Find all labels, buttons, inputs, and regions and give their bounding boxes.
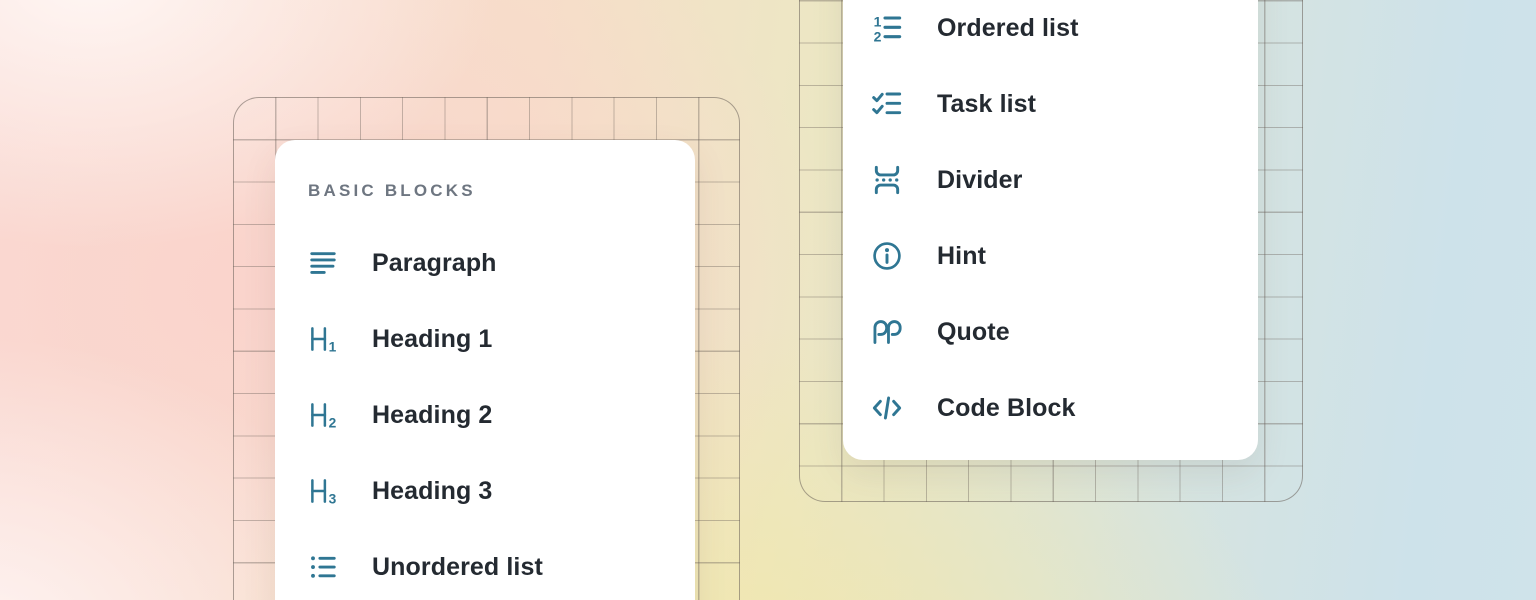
svg-text:1: 1 [329,340,337,355]
block-item[interactable]: Quote [871,294,1258,370]
svg-text:2: 2 [874,28,882,44]
block-item[interactable]: 1 Heading 1 [308,301,695,377]
block-item[interactable]: Hint [871,218,1258,294]
block-item-label: Unordered list [372,553,543,582]
task-list-icon [871,88,903,120]
svg-text:3: 3 [329,492,337,507]
block-item-label: Ordered list [937,14,1079,43]
unordered-list-icon [308,552,338,582]
basic-blocks-section-title: BASIC BLOCKS [308,180,695,202]
block-item-label: Divider [937,166,1022,195]
quote-icon [871,316,903,348]
block-item-label: Heading 3 [372,477,492,506]
hint-icon [871,240,903,272]
basic-blocks-menu: BASIC BLOCKS Paragraph 1 Heading 1 2 Heading… [275,140,695,600]
block-item-label: Code Block [937,394,1076,423]
block-item-label: Quote [937,318,1010,347]
svg-text:1: 1 [874,14,882,30]
block-item-label: Hint [937,242,986,271]
block-item-label: Paragraph [372,249,497,278]
block-item[interactable]: Paragraph [308,225,695,301]
block-item[interactable]: 2 Heading 2 [308,377,695,453]
advanced-blocks-list: 12 Ordered list Task list Divider Hint Quote C… [871,0,1258,446]
advanced-blocks-menu: 12 Ordered list Task list Divider Hint Quote C… [843,0,1258,460]
heading-1-icon: 1 [308,324,338,354]
block-item[interactable]: Code Block [871,370,1258,446]
ordered-list-icon: 12 [871,12,903,44]
svg-text:2: 2 [329,416,337,431]
basic-blocks-list: Paragraph 1 Heading 1 2 Heading 2 3 Heading 3 U… [308,225,695,600]
block-item[interactable]: 12 Ordered list [871,0,1258,66]
gradient-background [0,0,1536,600]
heading-3-icon: 3 [308,476,338,506]
block-item[interactable]: Divider [871,142,1258,218]
code-block-icon [871,392,903,424]
block-item[interactable]: 3 Heading 3 [308,453,695,529]
block-item-label: Task list [937,90,1036,119]
divider-icon [871,164,903,196]
paragraph-icon [308,248,338,278]
block-item[interactable]: Unordered list [308,529,695,600]
heading-2-icon: 2 [308,400,338,430]
block-item-label: Heading 2 [372,401,492,430]
block-item-label: Heading 1 [372,325,492,354]
block-item[interactable]: Task list [871,66,1258,142]
